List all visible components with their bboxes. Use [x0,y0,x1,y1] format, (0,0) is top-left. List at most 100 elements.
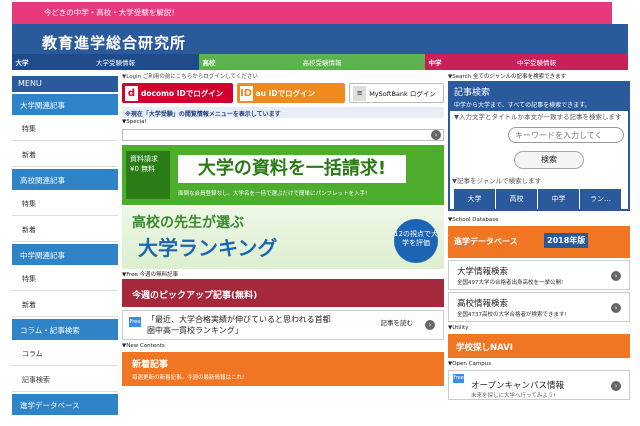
docomo-login-button[interactable]: d docomo IDでログイン [122,83,233,103]
tagline-prefix: 今どきの [44,8,74,17]
genre-tab-ranking[interactable]: ラン… [580,189,622,209]
special-bar[interactable]: › [122,129,444,141]
pickup-title[interactable]: 「最近、大学合格実績が伸びていると思われる首都圏中高一貫校ランキング」 [147,315,337,337]
database-year-badge: 2018年版 [544,233,589,248]
ranking-banner-line2: 大学ランキング [138,236,278,260]
read-article-link[interactable]: 記事を読む [381,317,414,327]
sidebar-item-article-search[interactable]: 記事検索 [12,366,118,392]
highschool-search-item[interactable]: 高校情報検索 全国4737高校の大学合格者が検索できます! › [448,292,630,322]
utility-label: ▼Utility [448,325,469,331]
category-bar: 大学 大学受験情報 高校 高校受験情報 中学 中学受験情報 [12,54,628,70]
new-contents-title: 新着記事 [132,360,169,370]
db-item-title: 高校情報検索 [457,299,509,309]
free-label: ▼Free 今週の無料記事 [122,272,179,278]
genre-tab-highschool[interactable]: 高校 [496,189,538,209]
banner-subtext: 面倒な会員登録なし。大学名を一括で選ぶだけで簡単にパンフレットを入手! [178,191,368,197]
free-tag: Free [129,317,141,327]
genre-label: ▼記事をジャンルで検索します [452,177,542,185]
category-key: 大学 [15,59,29,67]
site-header: 今どきの中学・高校・大学受験を解説！ 教育進学総合研究所 [0,0,640,55]
genre-tab-university[interactable]: 大学 [454,189,496,209]
tagline-tag-high: 高校 [96,8,112,17]
free-tag: Free [453,374,464,383]
new-contents-header[interactable]: 新着記事 毎週更新の新着記事。今週の最新情報はこれ! [122,352,444,386]
main-column: ▼Login ご利用の前にこちらからログインしてください d docomo IDで… [122,72,444,412]
search-button[interactable]: 検索 [514,151,584,169]
tagline-tag-univ: 大学 [118,8,134,17]
sidebar-item-junior-feature[interactable]: 特集 [12,265,118,291]
category-label: 高校受験情報 [302,59,342,67]
ranking-banner[interactable]: 高校の先生が選ぶ 大学ランキング 12の視点で大学を評価 [122,207,444,269]
tagline-tag-junior: 中学 [73,8,89,17]
sidebar-heading-database[interactable]: 進学データベース [12,394,118,415]
search-label: ▼Search 全てのジャンルの記事を検索できます [448,74,567,80]
arrow-right-icon[interactable]: › [611,271,621,281]
school-navi-button[interactable]: 学校探しNAVI [448,334,630,358]
search-heading: 記事検索 [450,83,628,99]
softbank-login-label: MySoftBank ログイン [369,90,436,98]
database-header[interactable]: 進学データベース 2018年版 [448,226,630,258]
au-login-label: au IDでログイン [255,88,316,98]
arrow-right-icon[interactable]: › [611,303,621,313]
softbank-logo-icon: ≡ [353,85,367,101]
sidebar-item-high-feature[interactable]: 特集 [12,190,118,216]
arrow-right-icon[interactable]: › [431,130,441,140]
sidebar-heading-column[interactable]: コラム・記事検索 [12,319,118,340]
tagline-suffix: 受験を解説！ [133,8,179,17]
category-label: 大学受験情報 [96,59,135,67]
sidebar-heading-highschool[interactable]: 高校関連記事 [12,169,118,190]
genre-tab-juniorhigh[interactable]: 中学 [538,189,580,209]
open-campus-title: オープンキャンパス情報 [471,381,564,391]
search-hint: ▼入力文字とタイトルか本文が一致する記事を検索します [454,113,622,121]
free-badge: 資料請求 ¥0 無料 [126,151,170,199]
menu-title: MENU [12,76,118,92]
category-label: 中学受験情報 [517,59,556,67]
open-campus-sub: 未来を探しに大学へ行ってみよう! [471,393,556,399]
right-column: ▼Search 全てのジャンルの記事を検索できます 記事検索 中学から大学まで、… [448,72,630,412]
sidebar-item-univ-new[interactable]: 新着 [12,141,118,167]
pickup-article[interactable]: Free 「最近、大学合格実績が伸びていると思われる首都圏中高一貫校ランキング」… [122,310,444,340]
arrow-right-icon[interactable]: › [611,381,621,391]
sidebar-item-junior-new[interactable]: 新着 [12,291,118,317]
brochure-request-banner[interactable]: 資料請求 ¥0 無料 大学の資料を一括請求! 面倒な会員登録なし。大学名を一括で… [122,145,444,205]
sidebar-item-univ-feature[interactable]: 特集 [12,115,118,141]
db-item-sub: 全国497大学の合格者出身高校を一挙公開! [457,280,564,286]
db-item-title: 大学情報検索 [457,267,509,277]
search-sub: 中学から大学まで、すべての記事を検索できます。 [450,99,628,111]
site-logo[interactable]: 教育進学総合研究所 [42,32,186,53]
category-university[interactable]: 大学 大学受験情報 [12,54,199,70]
tagline: 今どきの中学・高校・大学受験を解説！ [12,2,612,24]
category-key: 高校 [202,59,216,67]
db-item-sub: 全国4737高校の大学合格者が検索できます! [457,312,567,318]
banner-headline: 大学の資料を一括請求! [178,155,406,183]
docomo-login-label: docomo IDでログイン [141,88,224,98]
category-highschool[interactable]: 高校 高校受験情報 [199,54,425,70]
sidebar-heading-juniorhigh[interactable]: 中学関連記事 [12,244,118,265]
sidebar-menu: MENU 大学関連記事 特集 新着 高校関連記事 特集 新着 中学関連記事 特集… [12,76,118,416]
ranking-banner-line1: 高校の先生が選ぶ [132,215,244,231]
au-login-button[interactable]: ID au IDでログイン [236,83,346,103]
database-title: 進学データベース [454,237,518,246]
new-contents-label: ▼New Contents [122,343,165,349]
new-contents-sub: 毎週更新の新着記事。今週の最新情報はこれ! [132,375,245,381]
open-campus-item[interactable]: Free オープンキャンパス情報 未来を探しに大学へ行ってみよう! › [448,370,630,400]
special-label: ▼Special [122,119,147,125]
article-search-box: 記事検索 中学から大学まで、すべての記事を検索できます。 ▼入力文字とタイトルか… [448,81,630,211]
pickup-heading: 今週のピックアップ記事(無料) [122,279,444,307]
sidebar-item-column[interactable]: コラム [12,340,118,366]
database-label: ▼School Database [448,217,499,223]
docomo-logo-icon: d [125,85,138,101]
university-search-item[interactable]: 大学情報検索 全国497大学の合格者出身高校を一挙公開! › [448,260,630,290]
keyword-input[interactable]: キーワードを入力してく [508,127,624,143]
sidebar-item-high-new[interactable]: 新着 [12,216,118,242]
category-juniorhigh[interactable]: 中学 中学受験情報 [425,54,628,70]
category-key: 中学 [428,59,442,67]
brand-bar: 教育進学総合研究所 [12,24,628,54]
ranking-badge: 12の視点で大学を評価 [394,219,438,263]
login-label: ▼Login ご利用の前にこちらからログインしてください [122,74,258,80]
softbank-login-button[interactable]: ≡ MySoftBank ログイン [349,83,444,103]
sidebar-heading-university[interactable]: 大学関連記事 [12,94,118,115]
login-buttons: d docomo IDでログイン ID au IDでログイン ≡ MySoftBank… [122,83,444,105]
genre-tabs: 大学 高校 中学 ラン… [454,189,622,209]
arrow-right-icon[interactable]: › [425,320,435,330]
